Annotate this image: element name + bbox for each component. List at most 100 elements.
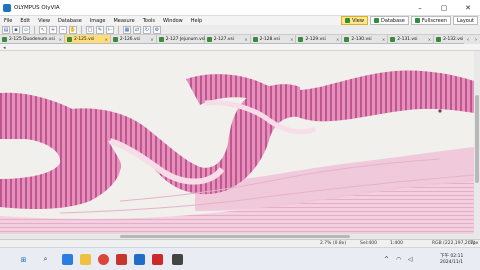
network-icon[interactable]: ◠ [396,256,401,263]
close-icon[interactable]: ✕ [150,37,153,42]
menu-view[interactable]: View [34,18,54,24]
close-icon[interactable]: ✕ [456,0,480,16]
maximize-icon[interactable]: ▢ [432,0,456,16]
tab-2-127[interactable]: 2-127.vsi ✕ [204,35,251,43]
taskbar: ⊞ ⌕ ^ ◠ ◁ 下午 02:11 2024/11/1 [0,247,480,270]
tissue-image [0,51,474,234]
document-tabs: 2-125 Duodenum.vsi ✕ 2-125.vsi ✕ 2-126.vsi… [0,35,480,44]
horizontal-scroll-thumb[interactable] [120,235,350,238]
selection-readout: Sel:400 [360,241,377,246]
tab-label: 2-128.vsi [259,36,280,42]
windows-start-icon[interactable]: ⊞ [18,254,29,265]
scale-readout: 1:400 [390,241,403,246]
close-icon[interactable]: ✕ [244,37,247,42]
menu-measure[interactable]: Measure [109,18,138,24]
tab-label: 2-127 Jejunum.vsi [165,36,206,42]
ruler-icon[interactable]: ⊢ [106,25,114,34]
close-icon[interactable]: ✕ [336,37,339,42]
layout-grid-icon[interactable]: ▦ [123,25,131,34]
sync-views-icon[interactable]: ⇄ [133,25,141,34]
tab-label: 2-129.vsi [305,36,326,42]
menu-tools[interactable]: Tools [139,18,159,24]
toolbar-divider [34,25,35,34]
chrome-icon[interactable] [98,254,109,265]
tab-scroll-buttons: ‹ › [464,35,480,44]
window-title: OLYMPUS OlyVIA [14,4,60,11]
tray-chevron-icon[interactable]: ^ [384,256,389,263]
olyvia-taskbar-icon[interactable] [172,254,183,265]
close-icon[interactable]: ✕ [59,37,62,42]
word-icon[interactable] [134,254,145,265]
close-icon[interactable]: ✕ [290,37,293,42]
annotation-icon[interactable]: ✎ [96,25,104,34]
file-explorer-icon[interactable] [80,254,91,265]
menu-window[interactable]: Window [159,18,187,24]
clock-time: 下午 02:11 [440,254,464,259]
chevron-right-icon[interactable]: › [475,37,477,43]
search-icon[interactable]: ⌕ [40,254,51,265]
menu-database[interactable]: Database [54,18,86,24]
tab-label: 2-125 Duodenum.vsi [9,36,55,42]
tab-label: 2-130.vsi [351,36,372,42]
rgb-readout: RGB (222,197,207) [432,241,476,246]
slide-icon [206,36,212,42]
powerpoint-icon[interactable] [116,254,127,265]
title-bar: OLYMPUS OlyVIA – ▢ ✕ [0,0,480,16]
tab-label: 2-132.vsi [443,36,464,42]
pan-hand-icon[interactable]: ✋ [69,25,77,34]
tab-2-125-duodenum[interactable]: 2-125 Duodenum.vsi ✕ [0,35,65,43]
slide-icon [66,36,72,42]
viewer-subtoolbar: ◂ [0,44,480,51]
fullscreen-mode-button[interactable]: Fullscreen [410,16,451,25]
tab-label: 2-131.vsi [397,36,418,42]
tab-2-131[interactable]: 2-131.vsi ✕ [388,35,435,43]
pixel-readout: 1px [470,241,479,246]
fullscreen-mode-label: Fullscreen [421,17,447,24]
menu-file[interactable]: File [0,18,16,24]
tab-label: 2-126.vsi [119,36,141,42]
slide-icon [344,36,350,42]
menu-image[interactable]: Image [86,18,110,24]
app-icon [3,3,11,12]
edge-browser-icon[interactable] [62,254,73,265]
minimize-icon[interactable]: – [408,0,432,16]
rectangle-tool-icon[interactable]: □ [86,25,94,34]
tab-2-128[interactable]: 2-128.vsi ✕ [250,35,297,43]
tab-2-126[interactable]: 2-126.vsi ✕ [110,35,157,43]
pointer-icon[interactable]: ↖ [39,25,47,34]
settings-icon[interactable]: ⚙ [153,25,161,34]
menu-edit[interactable]: Edit [16,18,34,24]
menu-help[interactable]: Help [187,18,206,24]
slide-icon [298,36,304,42]
close-icon[interactable]: ✕ [428,37,431,42]
zoom-in-icon[interactable]: + [49,25,57,34]
open-folder-icon[interactable]: ▤ [2,25,10,34]
rotate-icon[interactable]: ↻ [143,25,151,34]
chevron-left-icon[interactable]: ‹ [467,37,469,43]
tab-2-127-jejunum[interactable]: 2-127 Jejunum.vsi✕ [156,35,211,43]
layout-mode-button[interactable]: Layout [453,16,478,25]
close-icon[interactable]: ✕ [382,37,385,42]
print-icon[interactable]: ▫ [22,25,30,34]
slide-icon [436,36,442,42]
slide-icon [252,36,258,42]
tab-2-130[interactable]: 2-130.vsi ✕ [342,35,389,43]
clock-date: 2024/11/1 [440,260,464,265]
volume-icon[interactable]: ◁ [408,256,413,263]
database-mode-button[interactable]: Database [369,16,409,25]
slide-icon [390,36,396,42]
tab-2-125[interactable]: 2-125.vsi ✕ [64,35,111,43]
recorder-icon[interactable] [152,254,163,265]
slide-viewer[interactable] [0,51,474,234]
tab-2-129[interactable]: 2-129.vsi ✕ [296,35,343,43]
toolbar-divider [81,25,82,34]
menu-bar: File Edit View Database Image Measure To… [0,16,480,25]
close-icon[interactable]: ✕ [104,37,107,42]
tab-label: 2-127.vsi [213,36,234,42]
vertical-scroll-thumb[interactable] [475,95,479,183]
zoom-out-icon[interactable]: − [59,25,67,34]
slide-icon [158,36,164,42]
save-icon[interactable]: ▪ [12,25,20,34]
view-mode-button[interactable]: View [341,16,368,25]
vertical-scrollbar[interactable] [474,51,480,234]
